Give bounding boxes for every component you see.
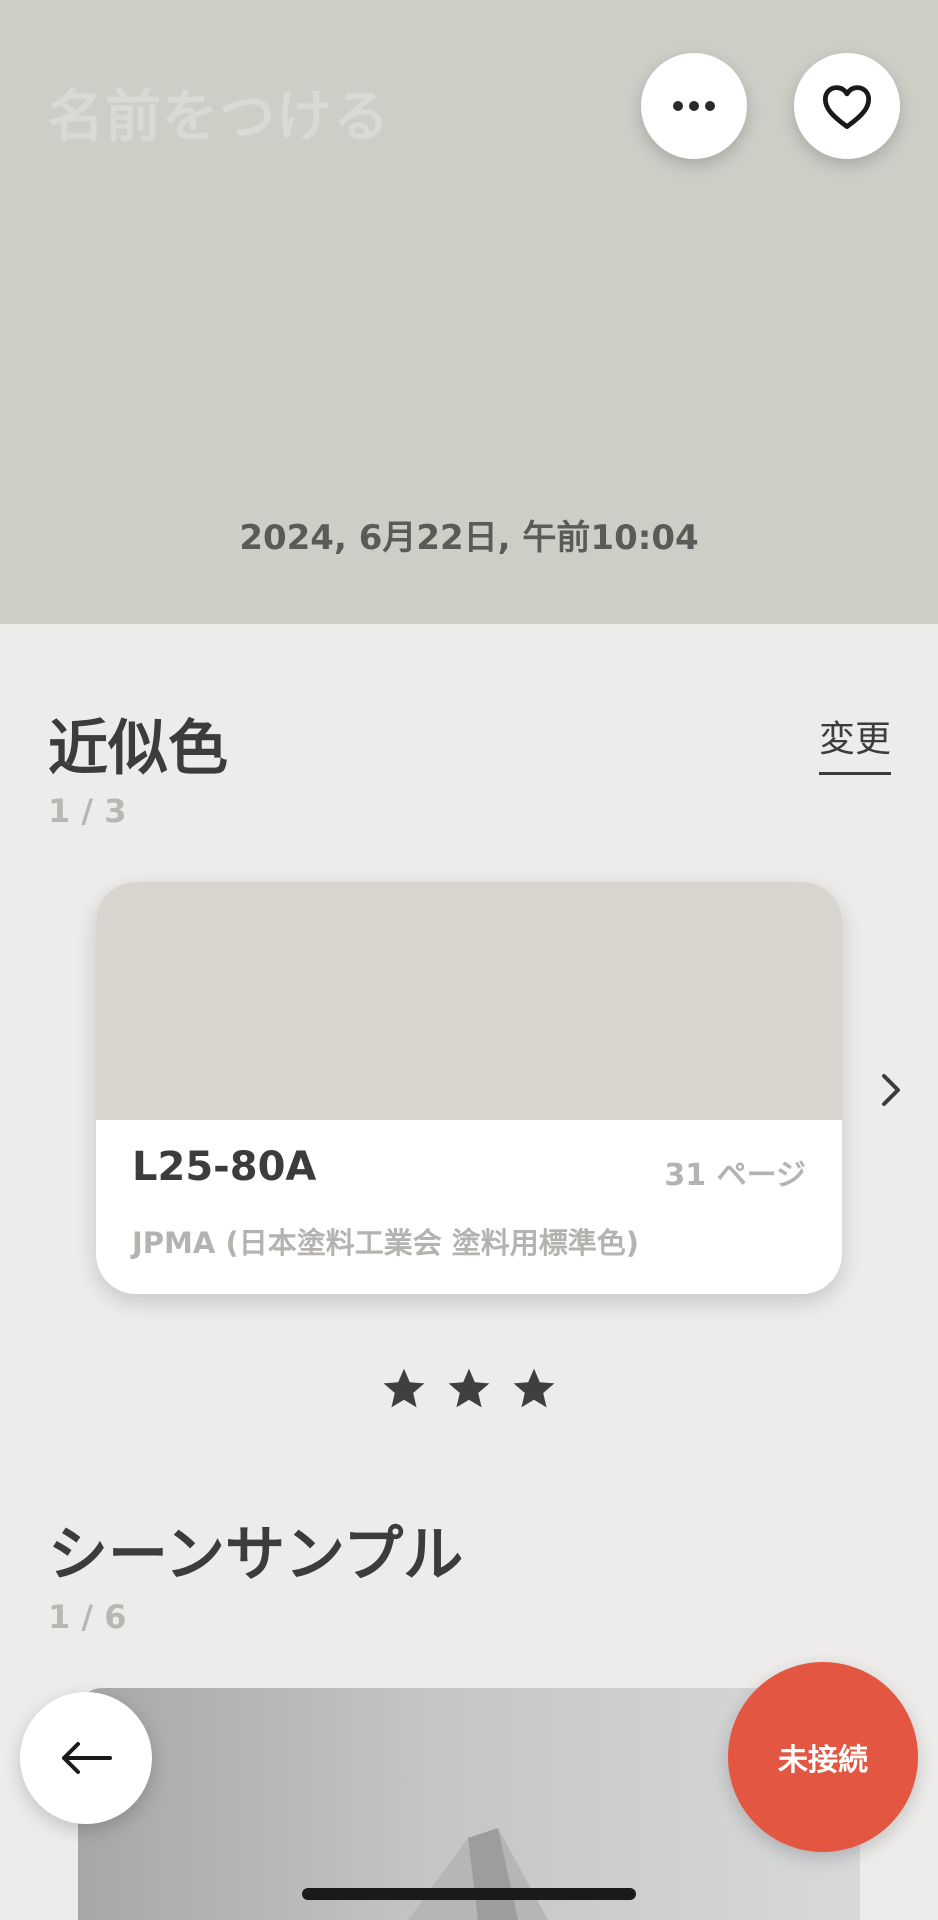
scene-sample-title: シーンサンプル bbox=[48, 1520, 464, 1590]
similar-colors-count: 1 / 3 bbox=[48, 792, 127, 830]
chevron-right-icon[interactable] bbox=[876, 1070, 906, 1110]
rating-stars bbox=[380, 1362, 558, 1416]
similar-colors-title: 近似色 bbox=[48, 714, 228, 784]
star-icon bbox=[513, 1368, 555, 1408]
favorite-button[interactable] bbox=[794, 53, 900, 159]
name-input[interactable]: 名前をつける bbox=[48, 72, 390, 153]
scene-sample-count: 1 / 6 bbox=[48, 1598, 127, 1636]
arrow-left-icon bbox=[62, 1742, 112, 1774]
page-number: 31 ページ bbox=[664, 1158, 806, 1193]
capture-datetime: 2024, 6月22日, 午前10:04 bbox=[239, 518, 699, 558]
color-swatch bbox=[96, 882, 842, 1120]
connection-status-button[interactable]: 未接続 bbox=[728, 1662, 918, 1852]
star-icon bbox=[383, 1368, 425, 1408]
more-horizontal-icon bbox=[673, 101, 715, 111]
more-button[interactable] bbox=[641, 53, 747, 159]
color-header: 名前をつける 2024, 6月22日, 午前10:04 bbox=[0, 0, 938, 624]
color-source: JPMA (日本塗料工業会 塗料用標準色) bbox=[132, 1226, 640, 1260]
back-button[interactable] bbox=[20, 1692, 152, 1824]
color-card[interactable]: L25-80A 31 ページ JPMA (日本塗料工業会 塗料用標準色) bbox=[96, 882, 842, 1294]
change-link[interactable]: 変更 bbox=[819, 710, 892, 775]
color-code: L25-80A bbox=[132, 1144, 317, 1190]
home-indicator bbox=[302, 1888, 636, 1900]
heart-outline-icon bbox=[822, 85, 872, 129]
star-icon bbox=[448, 1368, 490, 1408]
